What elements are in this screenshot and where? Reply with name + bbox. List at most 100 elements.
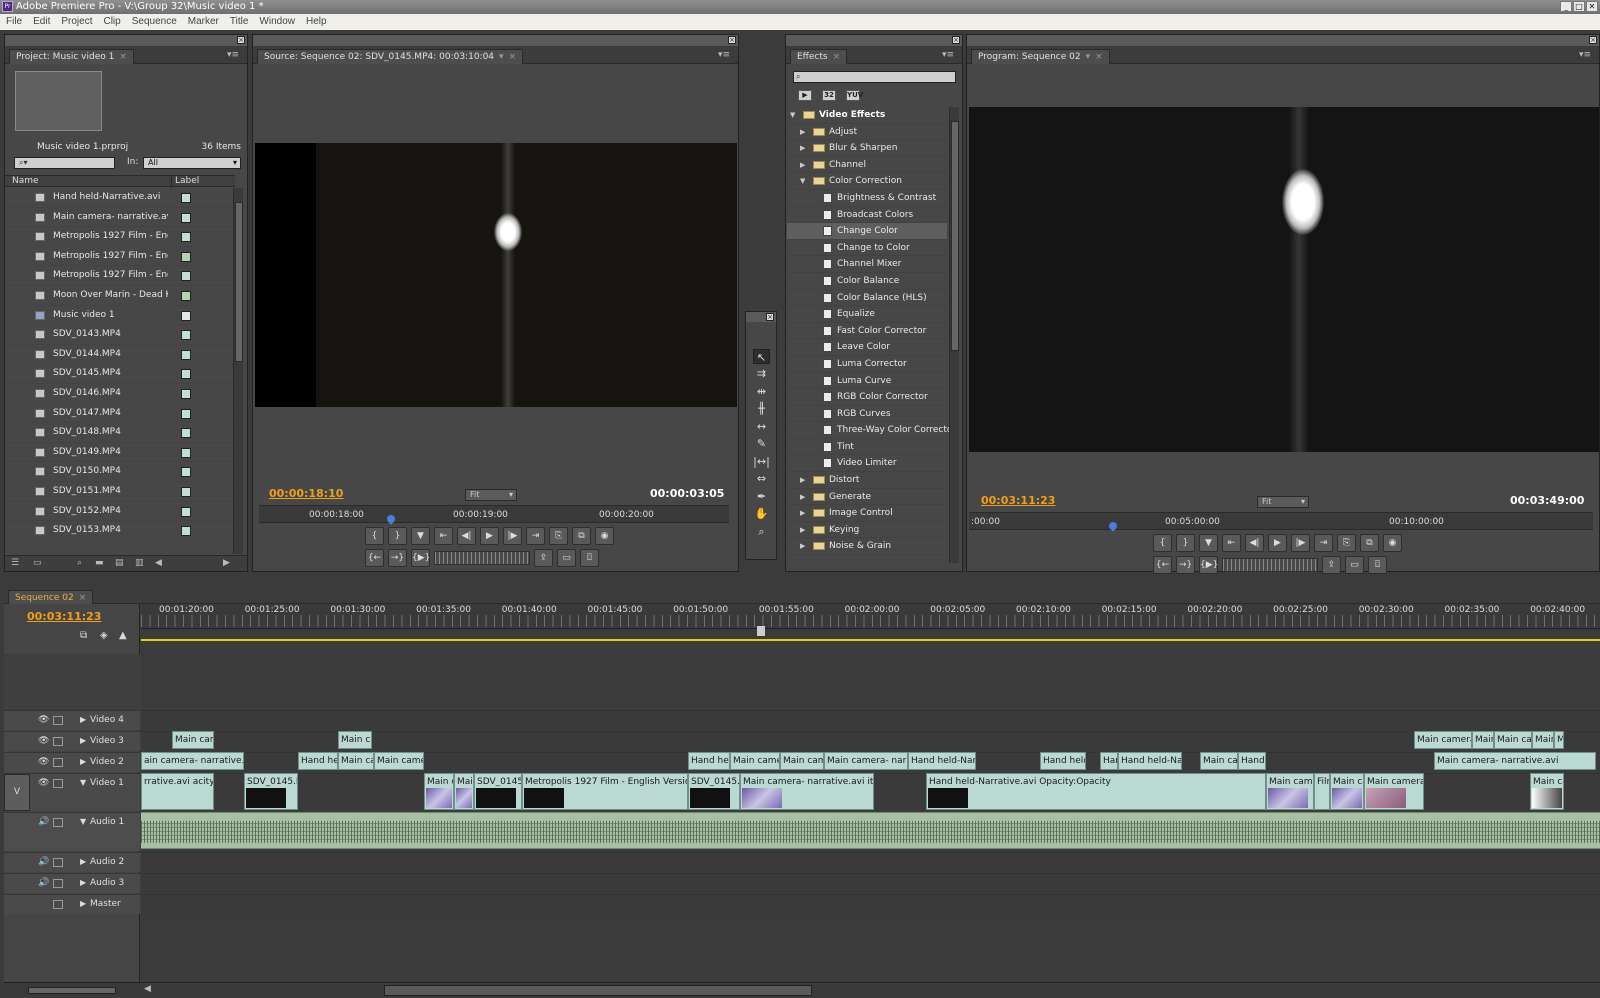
expand-icon[interactable]: ▶ bbox=[800, 140, 805, 156]
timeline-clip[interactable]: Hand held-Narr bbox=[1118, 752, 1182, 770]
project-item[interactable]: Music video 1 bbox=[5, 306, 233, 326]
effects-folder[interactable]: ▶ Keying bbox=[787, 522, 947, 539]
step-forward-button[interactable]: |▶ bbox=[1291, 534, 1310, 552]
sequence-timecode[interactable]: 00:03:11:23 bbox=[27, 610, 101, 623]
go-to-in-button[interactable]: ⇤ bbox=[1222, 534, 1241, 552]
menu-sequence[interactable]: Sequence bbox=[132, 14, 177, 30]
export-frame-button[interactable]: ◉ bbox=[1383, 534, 1402, 552]
lock-toggle[interactable] bbox=[53, 879, 63, 888]
timeline-clip[interactable]: Hand held- bbox=[1040, 752, 1086, 770]
go-to-out-button[interactable]: ⇥ bbox=[526, 527, 545, 545]
effect-item[interactable]: RGB Color Corrector bbox=[787, 389, 947, 406]
tab-source[interactable]: Source: Sequence 02: SDV_0145.MP4: 00:03… bbox=[257, 49, 524, 64]
lift-button[interactable]: ⇪ bbox=[534, 549, 553, 567]
go-to-next-edit-button[interactable]: →} bbox=[388, 549, 407, 567]
panel-menu-icon[interactable]: ▾≡ bbox=[227, 50, 239, 60]
tab-project[interactable]: Project: Music video 1 × bbox=[9, 49, 134, 64]
expand-icon[interactable]: ▶ bbox=[800, 157, 805, 173]
pen-tool-icon[interactable]: ✒ bbox=[753, 489, 770, 504]
accelerated-effects-icon[interactable]: ▶ bbox=[798, 90, 812, 101]
label-color-swatch[interactable] bbox=[181, 467, 191, 478]
close-icon[interactable]: × bbox=[119, 52, 127, 62]
panel-menu-icon[interactable]: ▾≡ bbox=[718, 50, 730, 60]
timeline-clip[interactable]: Main c bbox=[338, 731, 372, 749]
tab-sequence[interactable]: Sequence 02 × bbox=[8, 590, 94, 605]
icon-view-icon[interactable]: ▭ bbox=[33, 558, 42, 568]
label-color-swatch[interactable] bbox=[181, 349, 191, 360]
mark-out-button[interactable]: } bbox=[1176, 534, 1195, 552]
effects-folder[interactable]: ▶ Blur & Sharpen bbox=[787, 140, 947, 157]
insert-button[interactable]: ⎘ bbox=[549, 527, 568, 545]
timeline-clip[interactable]: Hand l bbox=[1238, 752, 1266, 770]
timeline-clip[interactable]: Main can bbox=[1200, 752, 1238, 770]
source-playhead[interactable] bbox=[385, 513, 397, 525]
project-item[interactable]: Metropolis 1927 Film - Engli bbox=[5, 266, 233, 286]
play-in-to-out-button[interactable]: {▶} bbox=[411, 549, 430, 567]
label-color-swatch[interactable] bbox=[181, 251, 191, 262]
slide-tool-icon[interactable]: ⇔ bbox=[753, 471, 770, 486]
timeline-playhead[interactable] bbox=[757, 626, 765, 636]
effect-item[interactable]: Video Limiter bbox=[787, 455, 947, 473]
timeline-area[interactable]: 00:01:20:00 00:01:25:00 00:01:30:00 00:01:3… bbox=[141, 604, 1600, 997]
timeline-clip[interactable]: Metropolis 1927 Film - English Version (… bbox=[522, 773, 688, 810]
track-video-3[interactable]: 👁 ▶ Video 3 bbox=[4, 731, 140, 751]
close-icon[interactable]: × bbox=[509, 52, 517, 62]
timeline-clip[interactable]: Film bbox=[1314, 773, 1330, 810]
close-icon[interactable]: × bbox=[728, 36, 736, 44]
project-item[interactable]: SDV_0148.MP4 bbox=[5, 423, 233, 443]
32-bit-effects-button[interactable]: 32 bbox=[822, 90, 836, 101]
timeline-clip[interactable]: Main camera- bbox=[1364, 773, 1424, 810]
effects-folder[interactable]: ▶ Distort bbox=[787, 472, 947, 489]
mark-in-button[interactable]: { bbox=[1153, 534, 1172, 552]
overlay-button[interactable]: ⧉ bbox=[572, 527, 591, 545]
project-item[interactable]: Metropolis 1927 Film - Engli bbox=[5, 247, 233, 267]
program-time-ruler[interactable]: :00:00 00:05:00:00 00:10:00:00 bbox=[969, 512, 1593, 532]
lift-button[interactable]: ⎘ bbox=[1337, 534, 1356, 552]
expand-icon[interactable]: ▶ bbox=[800, 472, 805, 488]
label-color-swatch[interactable] bbox=[181, 310, 191, 321]
project-item[interactable]: SDV_0151.MP4 bbox=[5, 482, 233, 502]
collapse-track-icon[interactable]: ▼ bbox=[80, 817, 86, 826]
go-to-previous-edit-button[interactable]: {← bbox=[365, 549, 384, 567]
close-button[interactable]: ✕ bbox=[1586, 1, 1598, 12]
timeline-clip[interactable]: rrative.avi acity bbox=[141, 773, 214, 810]
expand-track-icon[interactable]: ▶ bbox=[80, 857, 86, 866]
find-icon[interactable]: ⌕ bbox=[77, 558, 82, 568]
zoom-slider[interactable] bbox=[28, 987, 116, 994]
timeline-clip[interactable]: Main camera- bbox=[1414, 731, 1472, 749]
timeline-clip[interactable]: ain camera- narrative.avi bbox=[141, 752, 244, 770]
project-item[interactable]: SDV_0149.MP4 bbox=[5, 443, 233, 463]
output-button[interactable]: ▭ bbox=[1345, 556, 1364, 574]
extract-button[interactable]: ▭ bbox=[557, 549, 576, 567]
collapse-icon[interactable]: ▼ bbox=[800, 173, 805, 189]
speaker-icon[interactable]: 🔊 bbox=[38, 818, 49, 827]
expand-icon[interactable]: ▶ bbox=[800, 124, 805, 140]
project-item[interactable]: Metropolis 1927 Film - Engli bbox=[5, 227, 233, 247]
close-icon[interactable]: × bbox=[952, 36, 960, 44]
timeline-clip[interactable]: Main bbox=[1532, 731, 1554, 749]
expand-track-icon[interactable]: ▶ bbox=[80, 899, 86, 908]
mark-in-button[interactable]: { bbox=[365, 527, 384, 545]
set-marker-icon[interactable]: ◈ bbox=[100, 630, 108, 641]
timeline-clip[interactable]: Main car bbox=[338, 752, 374, 770]
lock-toggle[interactable] bbox=[53, 716, 63, 725]
effect-item[interactable]: Tint bbox=[787, 439, 947, 456]
program-fit-select[interactable]: Fit ▾ bbox=[1257, 496, 1309, 508]
track-video-4[interactable]: 👁 ▶ Video 4 bbox=[4, 710, 140, 730]
lock-toggle[interactable] bbox=[53, 779, 63, 788]
go-to-next-edit-button[interactable]: →} bbox=[1176, 556, 1195, 574]
lock-toggle[interactable] bbox=[53, 900, 63, 909]
label-color-swatch[interactable] bbox=[181, 506, 191, 517]
chevron-down-icon[interactable]: ▾ bbox=[499, 52, 504, 62]
go-to-previous-edit-button[interactable]: {← bbox=[1153, 556, 1172, 574]
go-to-out-button[interactable]: ⇥ bbox=[1314, 534, 1333, 552]
video-target-toggle[interactable]: V bbox=[4, 774, 30, 811]
step-back-button[interactable]: ◀| bbox=[1245, 534, 1264, 552]
timeline-clip[interactable]: Main camer bbox=[374, 752, 424, 770]
lock-toggle[interactable] bbox=[53, 858, 63, 867]
timeline-clip[interactable]: SDV_0145.M bbox=[688, 773, 740, 810]
audio-1-clip[interactable] bbox=[141, 812, 1600, 849]
project-item[interactable]: Moon Over Marin - Dead Ke bbox=[5, 286, 233, 306]
label-color-swatch[interactable] bbox=[181, 447, 191, 458]
menu-project[interactable]: Project bbox=[61, 14, 92, 30]
